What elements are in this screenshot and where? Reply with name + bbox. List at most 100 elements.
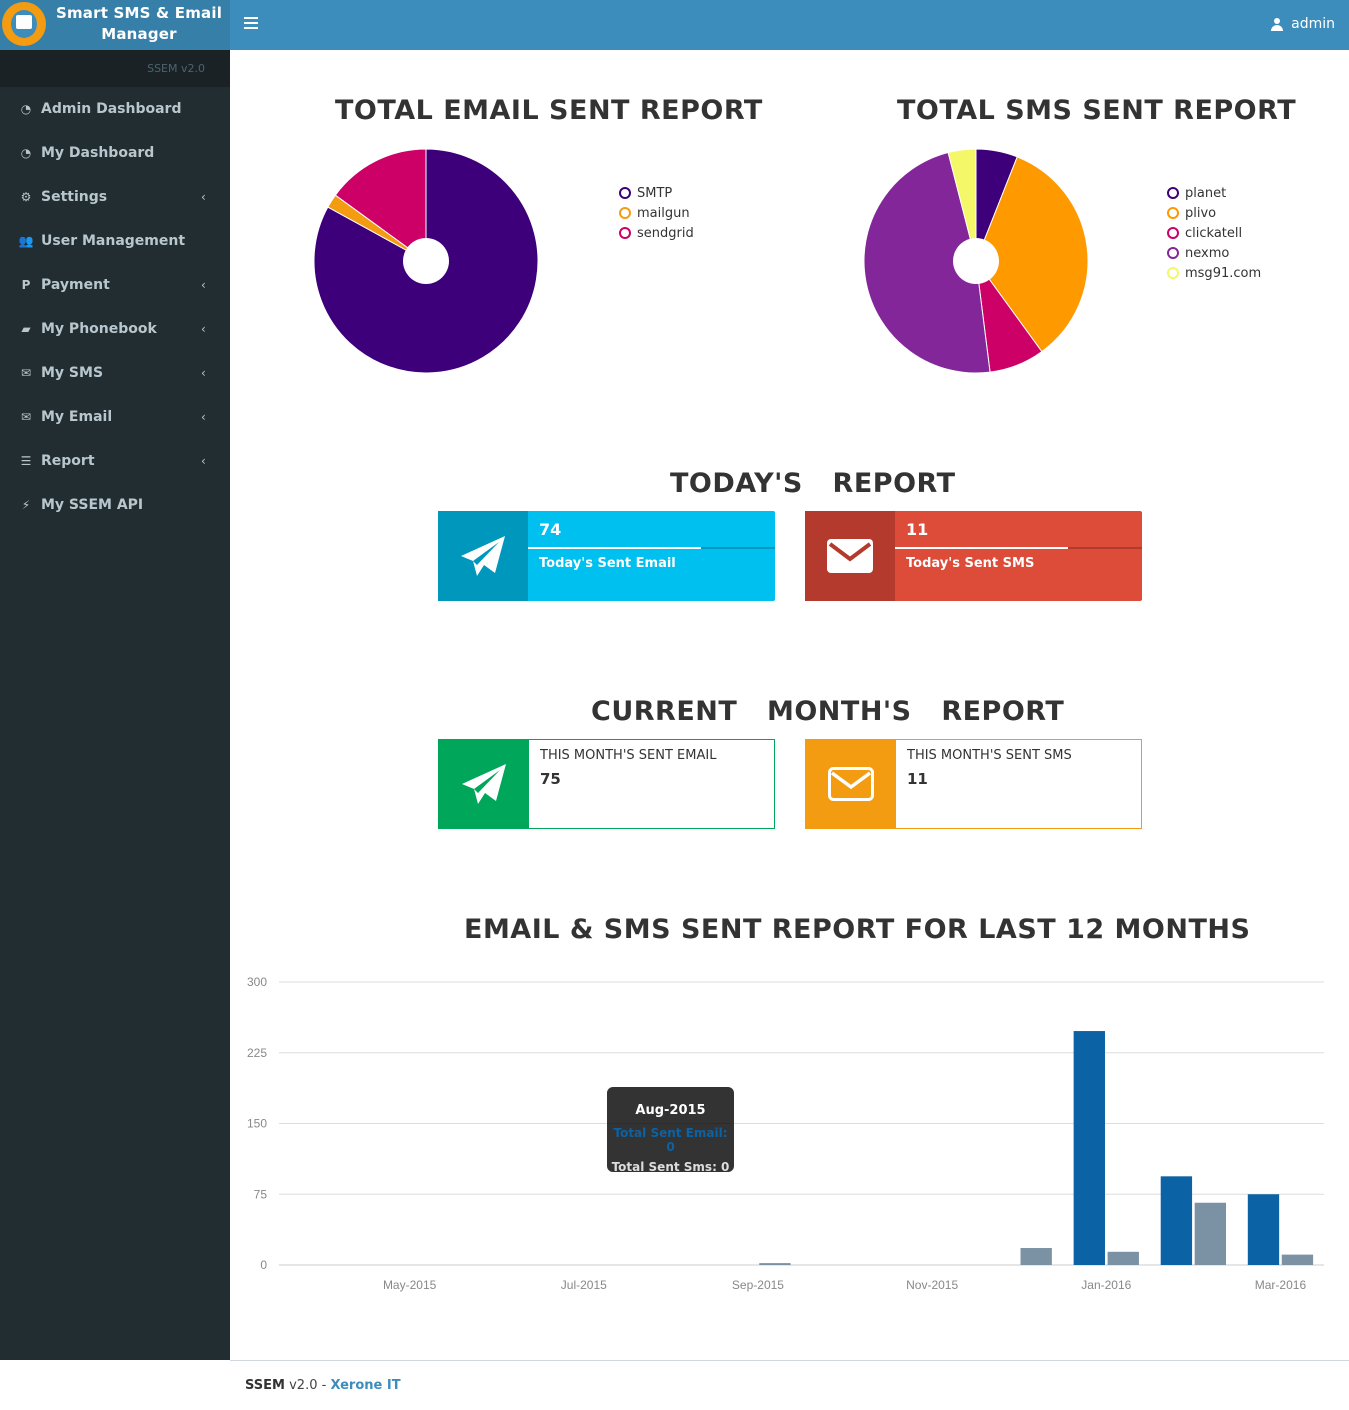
email-pie-legend: SMTP mailgun sendgrid — [619, 183, 694, 243]
legend-label: plivo — [1185, 205, 1217, 221]
month-email-count: 75 — [540, 770, 561, 788]
version-label: SSEM v2.0 — [0, 50, 230, 87]
legend-item[interactable]: clickatell — [1167, 223, 1261, 243]
sidebar-item-payment[interactable]: P Payment ‹ — [0, 263, 230, 307]
pie-hole — [953, 238, 999, 284]
logo[interactable]: Smart SMS & Email Manager — [0, 0, 230, 50]
footer-product: SSEM — [245, 1378, 285, 1393]
bar-sms-dec-2015[interactable] — [1020, 1248, 1052, 1265]
legend-item[interactable]: plivo — [1167, 203, 1261, 223]
legend-swatch — [1167, 247, 1179, 259]
sidebar-item-label: User Management — [41, 233, 186, 249]
user-menu[interactable]: admin — [1271, 16, 1335, 32]
today-email-progress — [528, 547, 775, 549]
sidebar-item-my-dashboard[interactable]: ◔ My Dashboard — [0, 131, 230, 175]
tooltip-email: Total Sent Email: 0 — [613, 1126, 728, 1154]
list-icon: ☰ — [20, 454, 32, 468]
envelope-outline-icon: ✉ — [20, 410, 32, 424]
today-email-count: 74 — [539, 520, 562, 539]
tooltip-sms: Total Sent Sms: 0 — [611, 1160, 730, 1174]
sidebar-item-label: Admin Dashboard — [41, 101, 182, 117]
legend-item[interactable]: msg91.com — [1167, 263, 1261, 283]
chevron-left-icon: ‹ — [201, 190, 206, 204]
sms-pie-legend: planet plivo clickatell nexmo msg91.com — [1167, 183, 1261, 283]
sidebar-item-my-email[interactable]: ✉ My Email ‹ — [0, 395, 230, 439]
paper-plane-icon — [438, 739, 529, 829]
bar-sms-mar-2016[interactable] — [1281, 1254, 1314, 1265]
legend-swatch — [619, 187, 631, 199]
dashboard-icon: ◔ — [20, 102, 32, 116]
plug-icon: ⚡ — [21, 498, 31, 512]
bar-sms-sep-2015[interactable] — [759, 1263, 791, 1265]
x-tick-label: Mar-2016 — [1255, 1278, 1307, 1292]
chevron-left-icon: ‹ — [201, 322, 206, 336]
sidebar-item-label: Payment — [41, 277, 110, 293]
footer-version: v2.0 - — [284, 1378, 331, 1393]
legend-item[interactable]: planet — [1167, 183, 1261, 203]
x-tick-label: Jul-2015 — [561, 1278, 607, 1292]
user-icon — [1271, 17, 1284, 31]
sidebar-item-settings[interactable]: ⚙ Settings ‹ — [0, 175, 230, 219]
month-sms-count: 11 — [907, 770, 928, 788]
legend-item[interactable]: nexmo — [1167, 243, 1261, 263]
sidebar-item-my-sms[interactable]: ✉ My SMS ‹ — [0, 351, 230, 395]
tooltip-month: Aug-2015 — [635, 1103, 706, 1118]
legend-label: mailgun — [637, 205, 690, 221]
dashboard-icon: ◔ — [20, 146, 32, 160]
legend-label: clickatell — [1185, 225, 1243, 241]
email-pie-chart — [313, 148, 539, 374]
top-navbar: admin — [230, 0, 1349, 50]
x-tick-label: Nov-2015 — [906, 1278, 958, 1292]
legend-label: sendgrid — [637, 225, 694, 241]
envelope-icon — [805, 511, 895, 601]
legend-swatch — [1167, 267, 1179, 279]
envelope-icon — [805, 739, 896, 829]
month-sms-label: This Month's Sent SMS — [907, 748, 1072, 763]
legend-swatch — [1167, 187, 1179, 199]
legend-item[interactable]: sendgrid — [619, 223, 694, 243]
y-tick-label: 75 — [254, 1187, 268, 1201]
sidebar-item-my-ssem-api[interactable]: ⚡ My SSEM API — [0, 483, 230, 527]
footer-company-link[interactable]: Xerone IT — [330, 1378, 400, 1393]
x-tick-label: Jan-2016 — [1081, 1278, 1131, 1292]
email-report-title: TOTAL EMAIL SENT REPORT — [335, 95, 763, 126]
users-icon: 👥 — [18, 234, 34, 248]
sidebar-menu: ◔ Admin Dashboard ◔ My Dashboard ⚙ Settings ‹ 👥… — [0, 87, 230, 527]
sidebar-item-report[interactable]: ☰ Report ‹ — [0, 439, 230, 483]
user-name: admin — [1291, 16, 1335, 32]
paypal-icon: P — [21, 278, 31, 292]
legend-swatch — [1167, 207, 1179, 219]
bar-email-feb-2016[interactable] — [1160, 1176, 1193, 1265]
y-tick-label: 300 — [247, 975, 267, 989]
month-sms-box: This Month's Sent SMS 11 — [805, 739, 1142, 829]
today-sms-progress — [895, 547, 1142, 549]
legend-item[interactable]: SMTP — [619, 183, 694, 203]
bar-sms-jan-2016[interactable] — [1107, 1251, 1139, 1265]
sidebar-item-label: My Phonebook — [41, 321, 157, 337]
footer: SSEM v2.0 - Xerone IT — [230, 1360, 1349, 1410]
chevron-left-icon: ‹ — [201, 366, 206, 380]
sidebar-item-my-phonebook[interactable]: ▰ My Phonebook ‹ — [0, 307, 230, 351]
legend-label: nexmo — [1185, 245, 1230, 261]
bar-email-jan-2016[interactable] — [1073, 1031, 1105, 1265]
x-tick-label: May-2015 — [383, 1278, 437, 1292]
sidebar-toggle-icon[interactable] — [244, 17, 258, 29]
envelope-icon: ✉ — [20, 366, 32, 380]
sidebar-item-label: My SMS — [41, 365, 104, 381]
logo-envelope-icon — [2, 2, 46, 46]
today-sms-count: 11 — [906, 520, 929, 539]
legend-swatch — [1167, 227, 1179, 239]
bar-sms-feb-2016[interactable] — [1194, 1202, 1227, 1265]
sidebar-item-user-management[interactable]: 👥 User Management — [0, 219, 230, 263]
paper-plane-icon — [438, 511, 528, 601]
bar-email-mar-2016[interactable] — [1247, 1194, 1280, 1265]
legend-swatch — [619, 227, 631, 239]
book-icon: ▰ — [21, 322, 31, 336]
logo-text: Smart SMS & Email Manager — [55, 4, 223, 43]
today-email-label: Today's Sent Email — [539, 556, 676, 571]
sidebar-item-label: My SSEM API — [41, 497, 144, 513]
chevron-left-icon: ‹ — [201, 278, 206, 292]
sidebar-item-admin-dashboard[interactable]: ◔ Admin Dashboard — [0, 87, 230, 131]
today-report-title: TODAY'S REPORT — [670, 468, 956, 499]
legend-item[interactable]: mailgun — [619, 203, 694, 223]
